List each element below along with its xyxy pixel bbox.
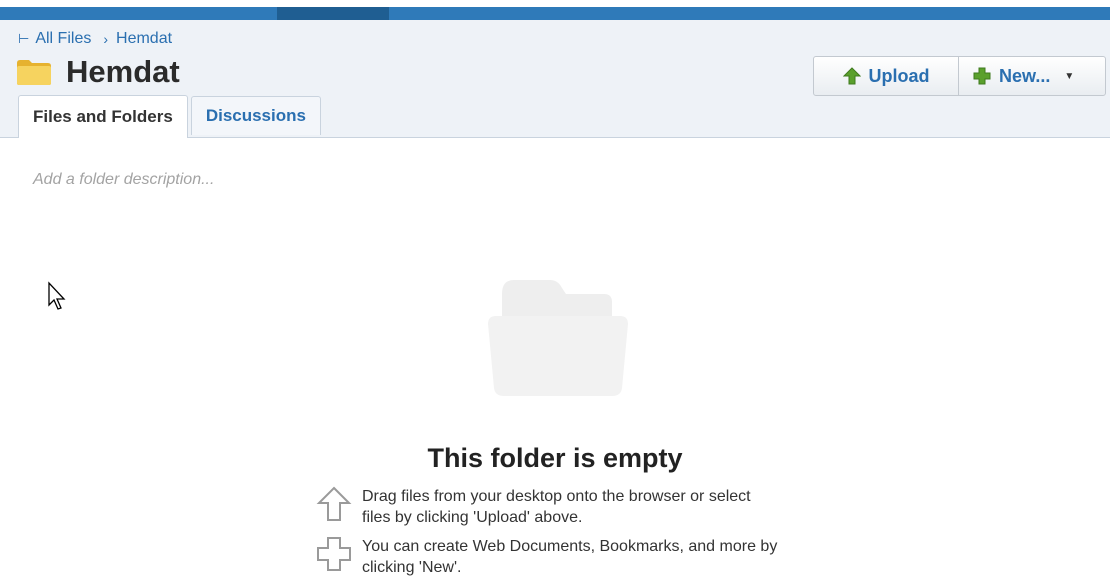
plus-outline-icon bbox=[317, 537, 351, 571]
upload-button[interactable]: Upload bbox=[814, 57, 959, 95]
tab-discussions[interactable]: Discussions bbox=[190, 96, 321, 135]
top-bar bbox=[0, 0, 1110, 20]
top-bar-active-section[interactable] bbox=[277, 7, 389, 20]
plus-icon bbox=[973, 67, 991, 85]
tree-icon: ⊢ bbox=[18, 31, 30, 46]
breadcrumb-separator: › bbox=[103, 31, 109, 47]
upload-button-label: Upload bbox=[868, 65, 930, 86]
upload-arrow-icon bbox=[842, 67, 861, 85]
new-button-label: New... bbox=[999, 65, 1051, 86]
folder-tabs: Files and Folders Discussions bbox=[18, 95, 321, 138]
page-title: Hemdat bbox=[66, 54, 180, 89]
empty-state-hint-upload: Drag files from your desktop onto the br… bbox=[316, 486, 782, 528]
empty-state-hint-new-text: You can create Web Documents, Bookmarks,… bbox=[362, 538, 778, 576]
new-button[interactable]: New... ▼ bbox=[959, 57, 1105, 95]
breadcrumb-current-link[interactable]: Hemdat bbox=[116, 30, 172, 48]
empty-folder-illustration bbox=[488, 280, 628, 396]
folder-icon bbox=[17, 60, 51, 85]
breadcrumb-all-files-link[interactable]: All Files bbox=[35, 30, 91, 48]
folder-description-placeholder[interactable]: Add a folder description... bbox=[33, 171, 214, 189]
caret-down-icon: ▼ bbox=[1064, 70, 1075, 82]
empty-state-hint-upload-text: Drag files from your desktop onto the br… bbox=[362, 488, 751, 526]
mouse-pointer-icon bbox=[48, 281, 66, 310]
title-row: Hemdat bbox=[16, 54, 180, 90]
action-buttons: Upload New... ▼ bbox=[813, 56, 1106, 96]
upload-arrow-outline-icon bbox=[316, 486, 352, 521]
folder-header: ⊢ All Files › Hemdat Hemdat Upload New..… bbox=[0, 20, 1110, 138]
empty-state-hint-new: You can create Web Documents, Bookmarks,… bbox=[316, 536, 782, 578]
tab-files-and-folders[interactable]: Files and Folders bbox=[18, 95, 188, 138]
top-bar-stripe bbox=[0, 7, 1110, 20]
breadcrumb: ⊢ All Files › Hemdat bbox=[18, 30, 172, 48]
empty-state-title: This folder is empty bbox=[427, 443, 683, 473]
